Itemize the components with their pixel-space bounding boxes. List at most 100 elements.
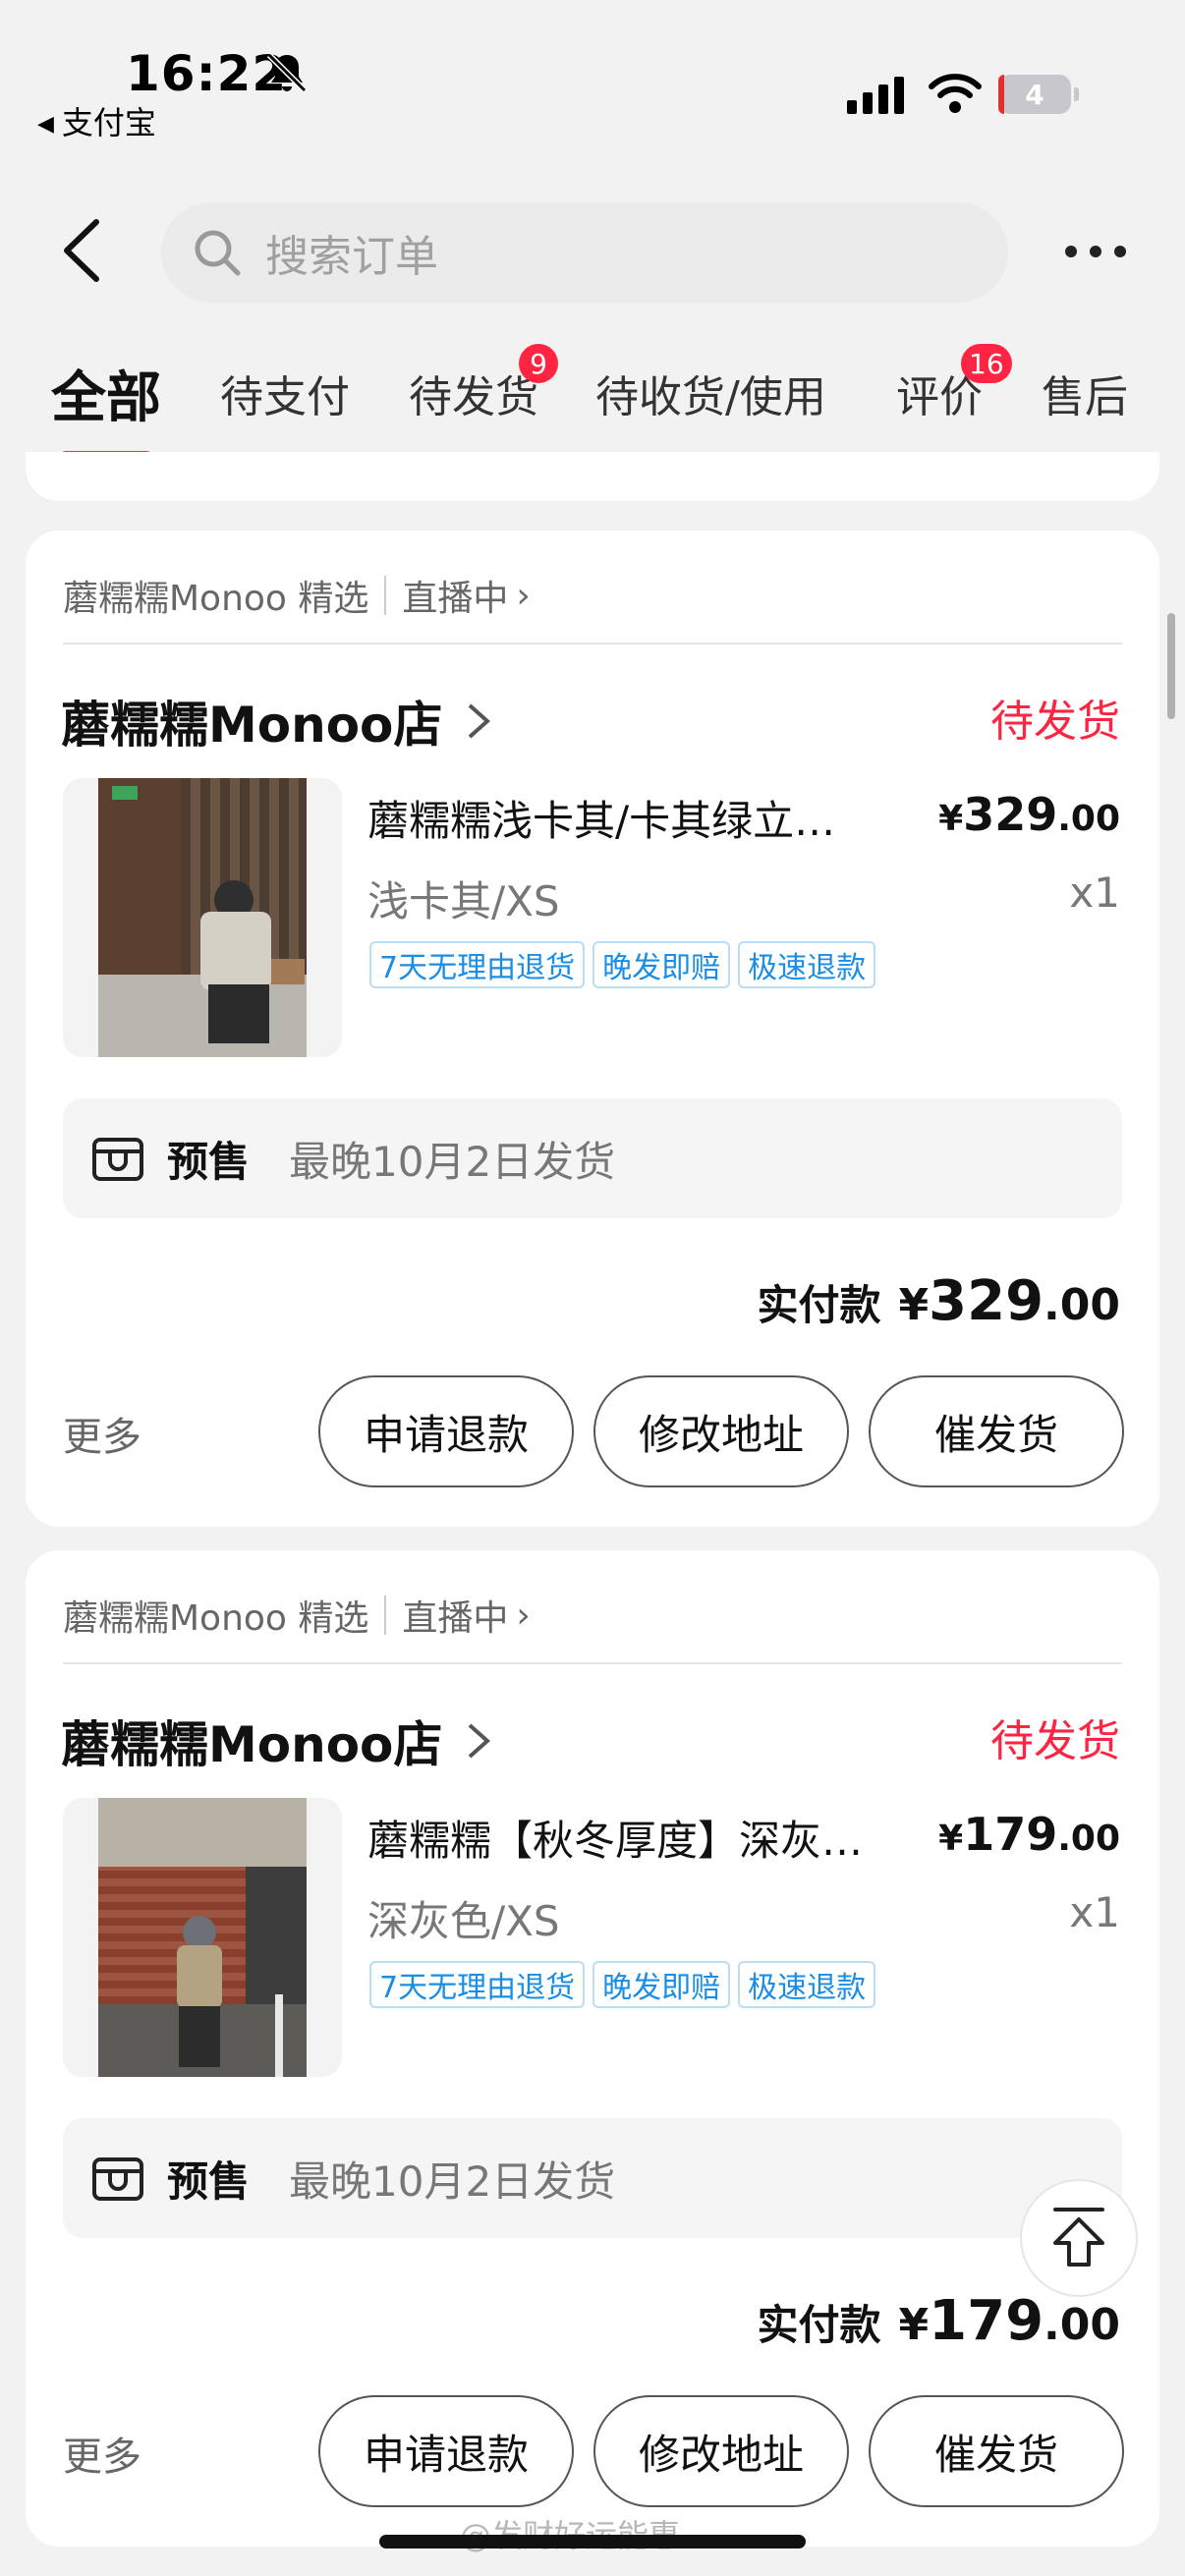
- order-source[interactable]: 蘑糯糯Monoo 精选 直播中 ›: [63, 1590, 531, 1641]
- back-triangle-icon: ◀: [37, 112, 54, 137]
- home-indicator[interactable]: [379, 2535, 806, 2548]
- tab-to-ship[interactable]: 待发货: [409, 362, 538, 424]
- chevron-left-icon[interactable]: [57, 216, 106, 285]
- request-refund-button[interactable]: 申请退款: [318, 1375, 574, 1487]
- tab-after-sale[interactable]: 售后: [1042, 362, 1128, 424]
- service-tags: 7天无理由退货 晚发即赔 极速退款: [369, 941, 876, 988]
- tab-all[interactable]: 全部: [51, 354, 161, 433]
- product-image[interactable]: [63, 1798, 342, 2077]
- service-tags: 7天无理由退货 晚发即赔 极速退款: [369, 1961, 876, 2008]
- amount-paid: 实付款 ¥179.00: [758, 2289, 1121, 2353]
- service-tag: 晚发即赔: [592, 941, 731, 988]
- urge-shipping-button[interactable]: 催发货: [869, 2395, 1124, 2507]
- ellipsis-icon[interactable]: [1061, 232, 1130, 271]
- tab-to-ship-badge: 9: [519, 344, 558, 383]
- back-app-label: 支付宝: [61, 104, 156, 141]
- price-currency: ¥: [938, 1819, 964, 1859]
- source-divider: [384, 1596, 387, 1635]
- chevron-right-icon: ›: [516, 575, 531, 616]
- product-price: ¥329.00: [938, 788, 1120, 841]
- presale-notice: 预售 最晚10月2日发货: [63, 2118, 1122, 2238]
- order-card[interactable]: 蘑糯糯Monoo 精选 直播中 › 蘑糯糯Monoo店 待发货 蘑糯糯【秋冬厚度…: [26, 1550, 1159, 2547]
- search-icon: [195, 230, 241, 276]
- service-tag: 极速退款: [738, 941, 876, 988]
- source-divider: [384, 576, 387, 615]
- price-decimal: .00: [1057, 1819, 1120, 1859]
- chevron-right-icon: [469, 1723, 491, 1759]
- box-icon: [92, 1138, 143, 1181]
- chevron-right-icon: ›: [516, 1595, 531, 1636]
- presale-notice: 预售 最晚10月2日发货: [63, 1098, 1122, 1218]
- order-source[interactable]: 蘑糯糯Monoo 精选 直播中 ›: [63, 570, 531, 621]
- tab-review-badge: 16: [961, 344, 1012, 383]
- service-tag: 7天无理由退货: [369, 1961, 586, 2008]
- back-to-top-button[interactable]: [1020, 2179, 1138, 2297]
- product-quantity: x1: [1069, 1888, 1120, 1936]
- amount-paid-label: 实付款: [757, 2301, 881, 2349]
- order-status: 待发货: [990, 697, 1120, 747]
- more-actions-link[interactable]: 更多: [63, 1405, 141, 1462]
- more-actions-link[interactable]: 更多: [63, 2425, 141, 2482]
- price-decimal: .00: [1057, 799, 1120, 839]
- order-status: 待发货: [990, 1716, 1120, 1766]
- box-icon: [92, 2157, 143, 2201]
- price-integer: 179: [963, 1808, 1058, 1861]
- product-sku: 深灰色/XS: [367, 1897, 560, 1945]
- back-to-top-icon: [1053, 2208, 1104, 2267]
- product-title[interactable]: 蘑糯糯【秋冬厚度】深灰…: [367, 1808, 888, 1868]
- tab-to-pay[interactable]: 待支付: [220, 362, 350, 424]
- amount-paid-currency: ¥: [898, 1280, 930, 1330]
- battery-indicator: 4: [998, 75, 1079, 114]
- product-price: ¥179.00: [938, 1808, 1120, 1861]
- modify-address-button[interactable]: 修改地址: [593, 1375, 849, 1487]
- product-sku: 浅卡其/XS: [367, 877, 560, 925]
- service-tag: 极速退款: [738, 1961, 876, 2008]
- battery-level: 4: [1025, 78, 1044, 111]
- shop-name: 蘑糯糯Monoo店: [61, 697, 443, 754]
- scrollbar[interactable]: [1167, 613, 1175, 719]
- live-label: 直播中: [402, 1598, 509, 1639]
- shop-name-link[interactable]: 蘑糯糯Monoo店: [61, 1706, 493, 1776]
- wifi-icon: [929, 74, 982, 113]
- service-tag: 7天无理由退货: [369, 941, 586, 988]
- product-image[interactable]: [63, 778, 342, 1057]
- shop-name: 蘑糯糯Monoo店: [61, 1716, 443, 1773]
- back-to-app-link[interactable]: ◀ 支付宝: [37, 98, 156, 143]
- product-quantity: x1: [1069, 868, 1120, 917]
- chevron-right-icon: [469, 703, 491, 739]
- product-title[interactable]: 蘑糯糯浅卡其/卡其绿立…: [367, 788, 888, 848]
- modify-address-button[interactable]: 修改地址: [593, 2395, 849, 2507]
- price-currency: ¥: [938, 799, 964, 839]
- presale-text: 最晚10月2日发货: [289, 1137, 616, 1186]
- amount-paid-label: 实付款: [757, 1281, 881, 1329]
- service-tag: 晚发即赔: [592, 1961, 731, 2008]
- photo-scene: [98, 778, 307, 1057]
- presale-text: 最晚10月2日发货: [289, 2156, 616, 2206]
- shop-name-link[interactable]: 蘑糯糯Monoo店: [61, 686, 493, 756]
- amount-paid: 实付款 ¥329.00: [758, 1269, 1121, 1333]
- order-card[interactable]: 蘑糯糯Monoo 精选 直播中 › 蘑糯糯Monoo店 待发货 蘑糯糯浅卡其/卡…: [26, 531, 1159, 1527]
- divider: [63, 643, 1122, 644]
- presale-label: 预售: [167, 1137, 251, 1186]
- live-label: 直播中: [402, 579, 509, 619]
- request-refund-button[interactable]: 申请退款: [318, 2395, 574, 2507]
- search-input[interactable]: 搜索订单: [161, 202, 1008, 303]
- bell-slash-icon: [266, 52, 308, 93]
- source-label: 蘑糯糯Monoo 精选: [63, 579, 369, 619]
- urge-shipping-button[interactable]: 催发货: [869, 1375, 1124, 1487]
- price-integer: 329: [963, 788, 1058, 841]
- amount-paid-integer: 179: [929, 2289, 1044, 2353]
- photo-scene: [98, 1798, 307, 2077]
- amount-paid-currency: ¥: [898, 2300, 930, 2350]
- tab-to-receive[interactable]: 待收货/使用: [595, 362, 826, 424]
- divider: [63, 1662, 1122, 1664]
- amount-paid-decimal: .00: [1044, 1280, 1120, 1330]
- amount-paid-integer: 329: [929, 1269, 1044, 1333]
- cellular-signal-icon: [847, 77, 904, 114]
- previous-order-card: [26, 452, 1159, 501]
- search-placeholder: 搜索订单: [265, 232, 438, 282]
- presale-label: 预售: [167, 2156, 251, 2206]
- amount-paid-decimal: .00: [1044, 2300, 1120, 2350]
- watermark: @发财好运能惠: [460, 2511, 680, 2556]
- source-label: 蘑糯糯Monoo 精选: [63, 1598, 369, 1639]
